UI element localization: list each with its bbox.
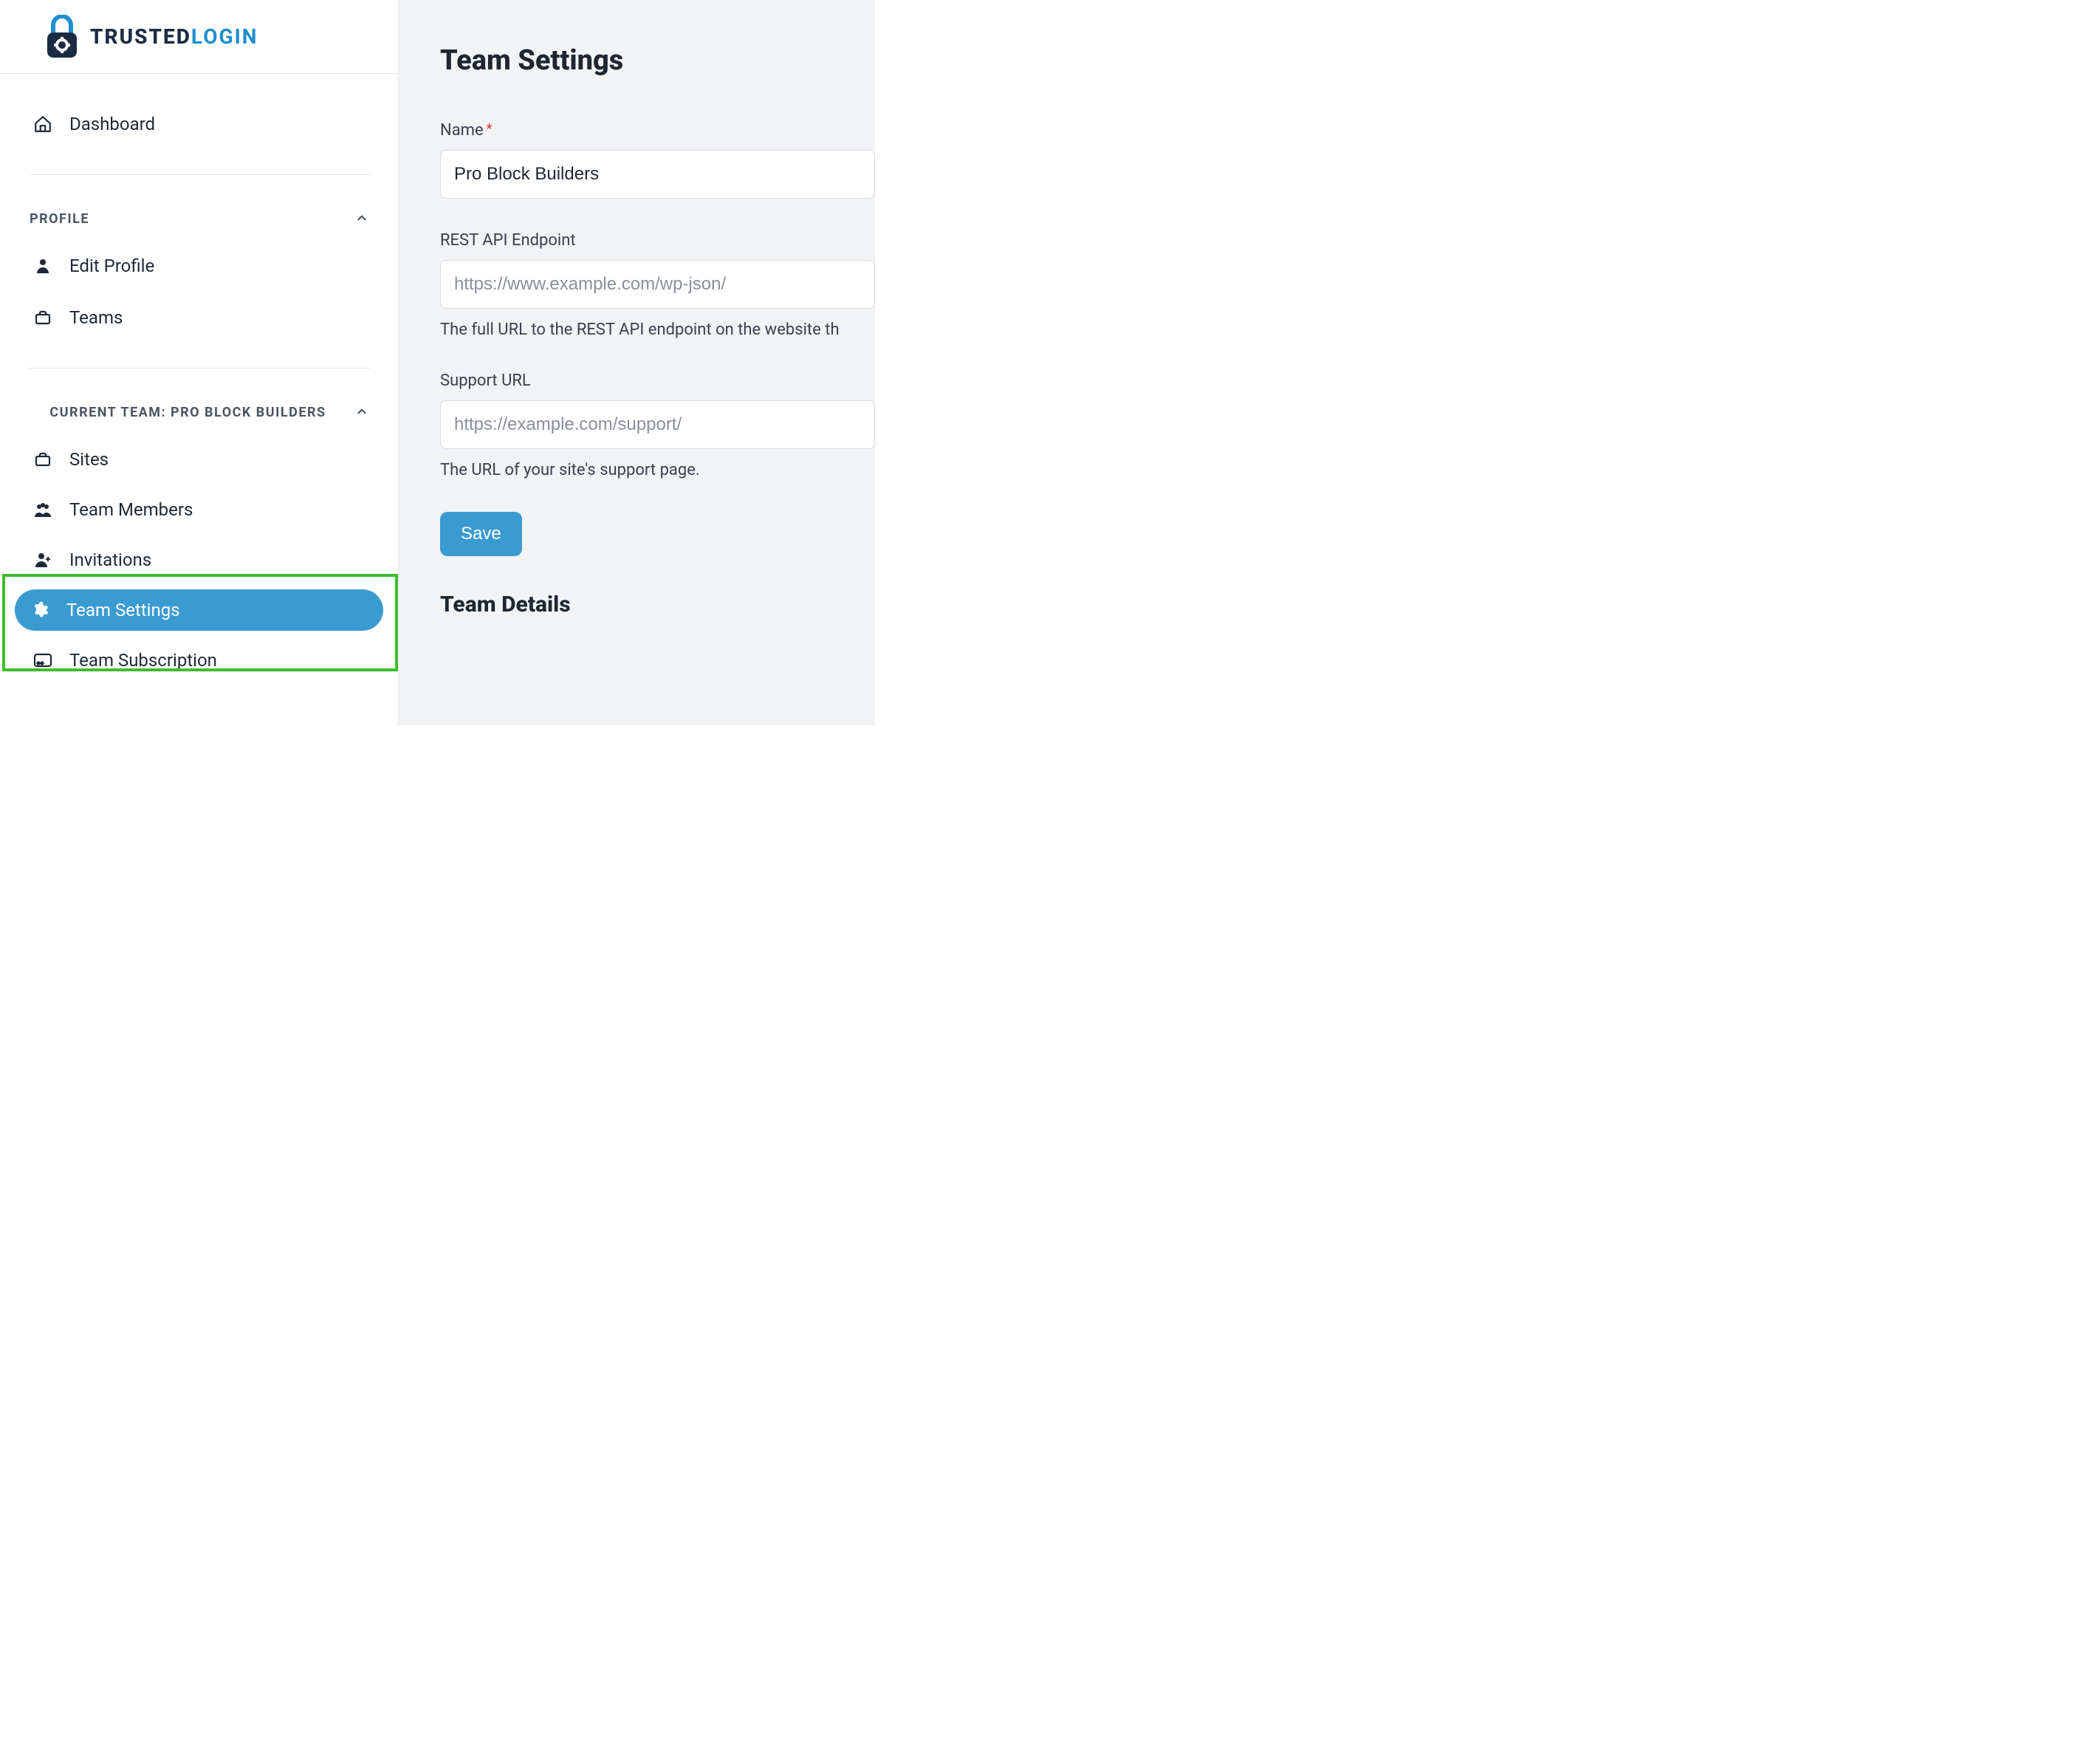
rest-endpoint-input[interactable]	[440, 260, 875, 309]
field-support-url: Support URL The URL of your site's suppo…	[440, 372, 875, 479]
chevron-up-icon	[355, 405, 368, 422]
support-url-input[interactable]	[440, 400, 875, 449]
sidebar-item-label: Sites	[69, 449, 109, 470]
sidebar-item-invitations[interactable]: Invitations	[28, 539, 370, 581]
sidebar-item-label: Team Members	[69, 499, 193, 520]
chevron-up-icon	[355, 211, 368, 228]
app-root: TRUSTEDLOGIN Dashboard PROFILE	[0, 0, 875, 725]
divider	[28, 368, 370, 369]
save-button[interactable]: Save	[440, 512, 522, 556]
field-name: Name*	[440, 121, 875, 199]
name-label: Name*	[440, 121, 875, 140]
section-label: CURRENT TEAM: PRO BLOCK BUILDERS	[30, 403, 355, 424]
logo-text-part2: LOGIN	[191, 24, 258, 49]
sidebar: TRUSTEDLOGIN Dashboard PROFILE	[0, 0, 399, 725]
sidebar-item-team-settings[interactable]: Team Settings	[15, 589, 383, 631]
sidebar-item-team-subscription[interactable]: Team Subscription	[28, 640, 370, 681]
sidebar-item-sites[interactable]: Sites	[28, 439, 370, 480]
sidebar-section-profile[interactable]: PROFILE	[28, 205, 370, 245]
users-icon	[32, 501, 53, 518]
credit-card-icon	[32, 652, 53, 668]
required-asterisk: *	[487, 121, 493, 137]
user-icon	[32, 257, 53, 275]
briefcase-icon	[32, 451, 53, 468]
main-content: Team Settings Name* REST API Endpoint Th…	[399, 0, 875, 725]
page-title: Team Settings	[440, 44, 875, 77]
section-label: PROFILE	[30, 209, 355, 230]
logo-lock-icon	[44, 15, 80, 59]
profile-nav-list: Edit Profile Teams	[28, 245, 370, 338]
sidebar-item-label: Team Subscription	[69, 650, 217, 671]
sidebar-item-label: Teams	[69, 307, 123, 328]
sidebar-item-label: Team Settings	[66, 600, 180, 620]
gear-icon	[30, 601, 50, 619]
sidebar-item-team-members[interactable]: Team Members	[28, 489, 370, 530]
logo-text: TRUSTEDLOGIN	[90, 24, 258, 49]
sidebar-nav: Dashboard PROFILE Edit Profile	[0, 74, 398, 681]
rest-label: REST API Endpoint	[440, 231, 875, 250]
sidebar-item-edit-profile[interactable]: Edit Profile	[28, 245, 370, 287]
logo-text-part1: TRUSTED	[90, 24, 191, 49]
sidebar-item-teams[interactable]: Teams	[28, 297, 370, 338]
rest-help-text: The full URL to the REST API endpoint on…	[440, 321, 875, 339]
support-help-text: The URL of your site's support page.	[440, 461, 875, 479]
user-plus-icon	[32, 551, 53, 569]
logo: TRUSTEDLOGIN	[0, 0, 398, 74]
name-input[interactable]	[440, 150, 875, 199]
field-rest-endpoint: REST API Endpoint The full URL to the RE…	[440, 231, 875, 339]
sidebar-item-label: Dashboard	[69, 114, 155, 134]
home-icon	[32, 114, 53, 134]
support-label: Support URL	[440, 372, 875, 390]
sidebar-item-label: Invitations	[69, 550, 151, 570]
divider	[28, 174, 370, 175]
sidebar-section-current-team[interactable]: CURRENT TEAM: PRO BLOCK BUILDERS	[28, 398, 370, 439]
team-details-title: Team Details	[440, 592, 875, 617]
team-nav-list: Sites Team Members Invitations	[28, 439, 370, 681]
sidebar-item-dashboard[interactable]: Dashboard	[28, 103, 370, 145]
briefcase-icon	[32, 309, 53, 326]
sidebar-item-label: Edit Profile	[69, 256, 154, 276]
